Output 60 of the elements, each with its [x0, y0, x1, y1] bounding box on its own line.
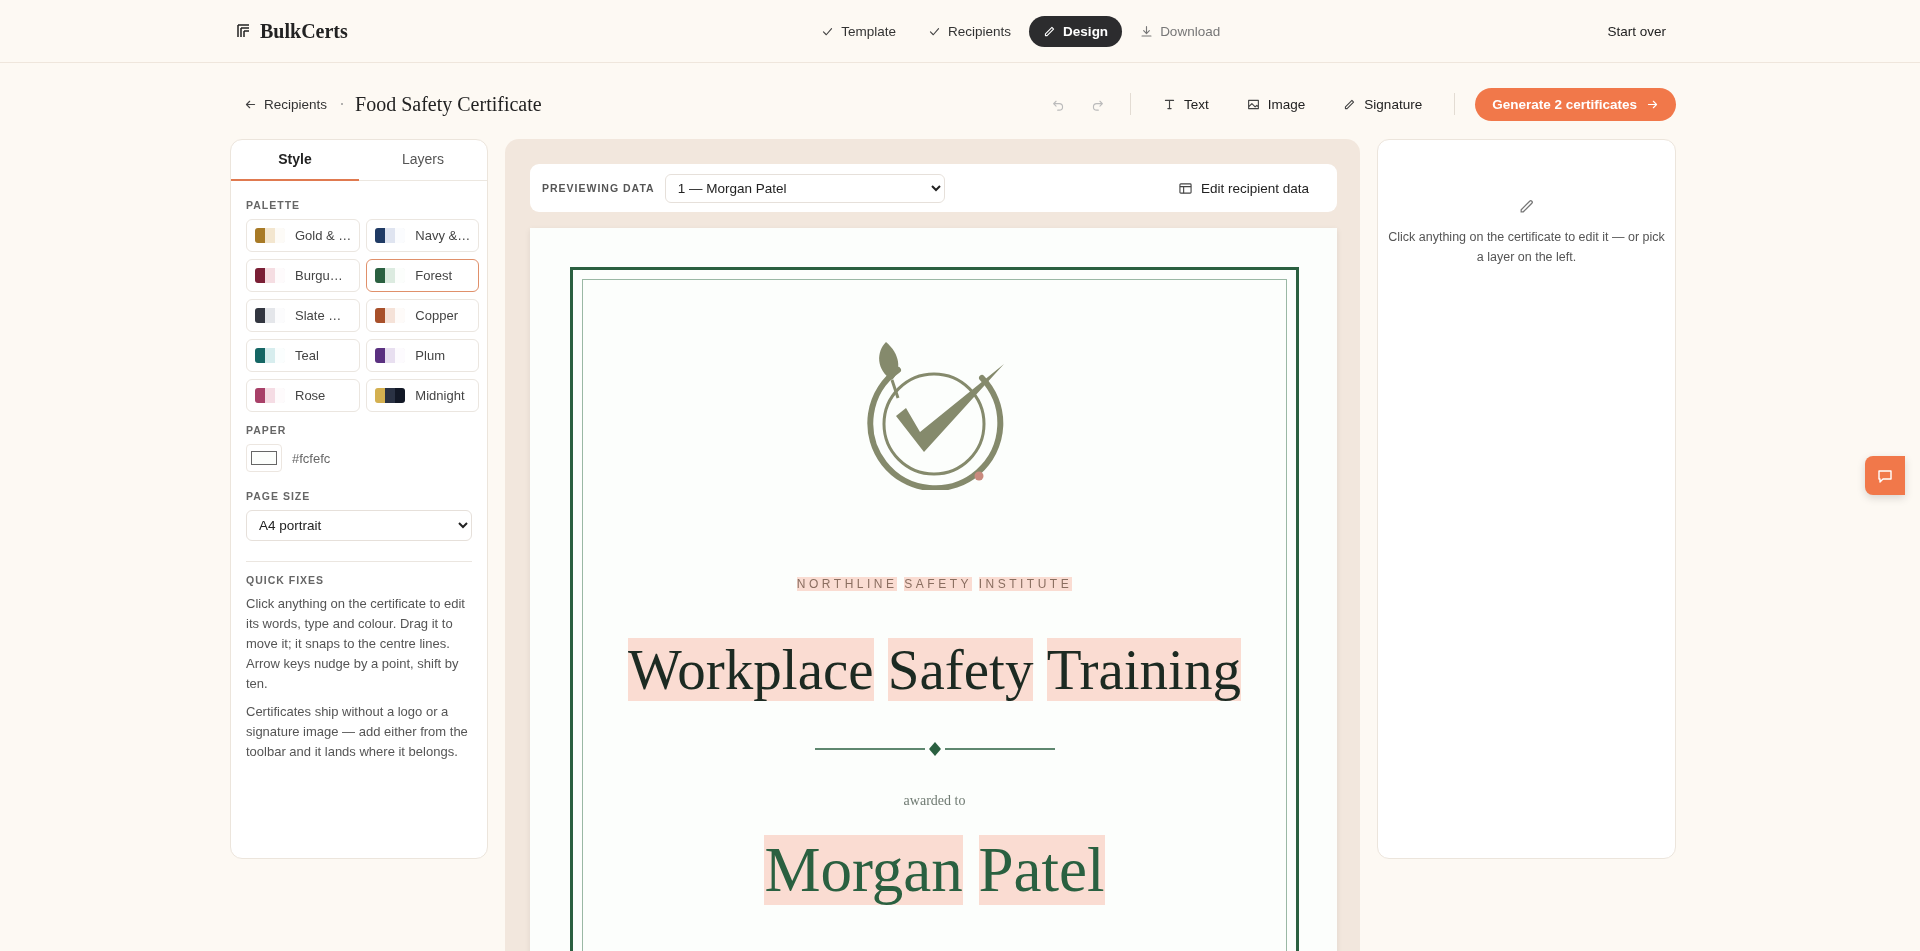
sidebar-tab[interactable]: Style [231, 140, 359, 181]
palette-swatch-icon [255, 268, 285, 283]
paper-color-swatch[interactable] [246, 444, 282, 472]
image-tool-button[interactable]: Image [1234, 90, 1318, 118]
palette-option[interactable]: Plum [366, 339, 480, 372]
palette-option[interactable]: Burgu… [246, 259, 361, 292]
section-heading: PAPER [246, 424, 288, 436]
palette-option[interactable]: Midnight [366, 379, 480, 412]
palette-swatch-icon [255, 388, 285, 403]
pencil-icon [1518, 198, 1535, 215]
section-heading: PAGE SIZE [246, 490, 312, 502]
section-heading: QUICK FIXES [246, 574, 326, 586]
palette-swatch-icon [255, 308, 285, 323]
palette-option[interactable]: Rose [246, 379, 361, 412]
step-tab[interactable]: Download [1126, 15, 1235, 47]
palette-swatch-icon [375, 308, 406, 323]
certificate-title[interactable]: Workplace Safety Training [628, 641, 1241, 699]
text-tool-button[interactable]: Text [1151, 90, 1221, 118]
section-heading: PALETTE [246, 199, 302, 211]
palette-swatch-icon [255, 228, 285, 243]
step-tab[interactable]: Recipients [914, 15, 1026, 47]
start-over-button[interactable]: Start over [1605, 19, 1668, 43]
chat-button[interactable] [1865, 456, 1905, 495]
help-paragraph: Click anything on the certificate to edit its words, type and colour. Drag it to move it; it snaps to the centre lines. Arrow keys nudge by a point, shift by ten. [246, 595, 466, 693]
palette-option[interactable]: Gold & … [246, 219, 361, 252]
pencil-icon [1343, 97, 1357, 111]
chat-icon [1877, 467, 1893, 484]
certificate[interactable]: NORTHLINE SAFETY INSTITUTE Workplace Safety Training awarded to Morgan Patel [530, 228, 1337, 951]
app-name: BulkCerts [260, 19, 348, 43]
preview-label: PREVIEWING DATA [542, 182, 655, 194]
palette-swatch-icon [255, 348, 285, 363]
inspector-hint: Click anything on the certificate to edit it — or pick a layer on the left. [1388, 229, 1665, 266]
sidebar-tab[interactable]: Layers [359, 140, 487, 181]
palette-swatch-icon [375, 268, 406, 283]
palette-option[interactable]: Teal [246, 339, 361, 372]
back-link[interactable]: Recipients [242, 92, 330, 116]
palette-option[interactable]: Navy &… [366, 219, 480, 252]
help-paragraph: Certificates ship without a logo or a signature image — add either from the toolbar and it lands where it belongs. [246, 703, 469, 761]
image-icon [1246, 97, 1260, 111]
page-size-select[interactable]: A4 portrait [246, 510, 472, 541]
palette-option[interactable]: Forest [366, 259, 480, 292]
palette-swatch-icon [375, 228, 406, 243]
table-icon [1178, 181, 1192, 195]
text-icon [1163, 97, 1177, 111]
palette-swatch-icon [375, 348, 406, 363]
step-tab[interactable]: Design [1029, 15, 1123, 47]
recipient-select[interactable]: 1 — Morgan Patel [664, 173, 945, 203]
download-icon [1140, 24, 1154, 38]
document-title: Food Safety Certificate [355, 92, 542, 116]
step-tab[interactable]: Template [807, 15, 911, 47]
paper-color-value: #fcfefc [292, 450, 331, 466]
awarded-label[interactable]: awarded to [903, 793, 966, 809]
pencil-icon [1043, 24, 1057, 38]
palette-option[interactable]: Copper [366, 299, 480, 332]
palette-swatch-icon [375, 388, 406, 403]
palette-option[interactable]: Slate … [246, 299, 361, 332]
organization-name[interactable]: NORTHLINE SAFETY INSTITUTE [796, 577, 1073, 592]
logo-icon [236, 23, 252, 39]
edit-recipient-data-button[interactable]: Edit recipient data [1176, 176, 1311, 200]
signature-tool-button[interactable]: Signature [1331, 90, 1435, 118]
